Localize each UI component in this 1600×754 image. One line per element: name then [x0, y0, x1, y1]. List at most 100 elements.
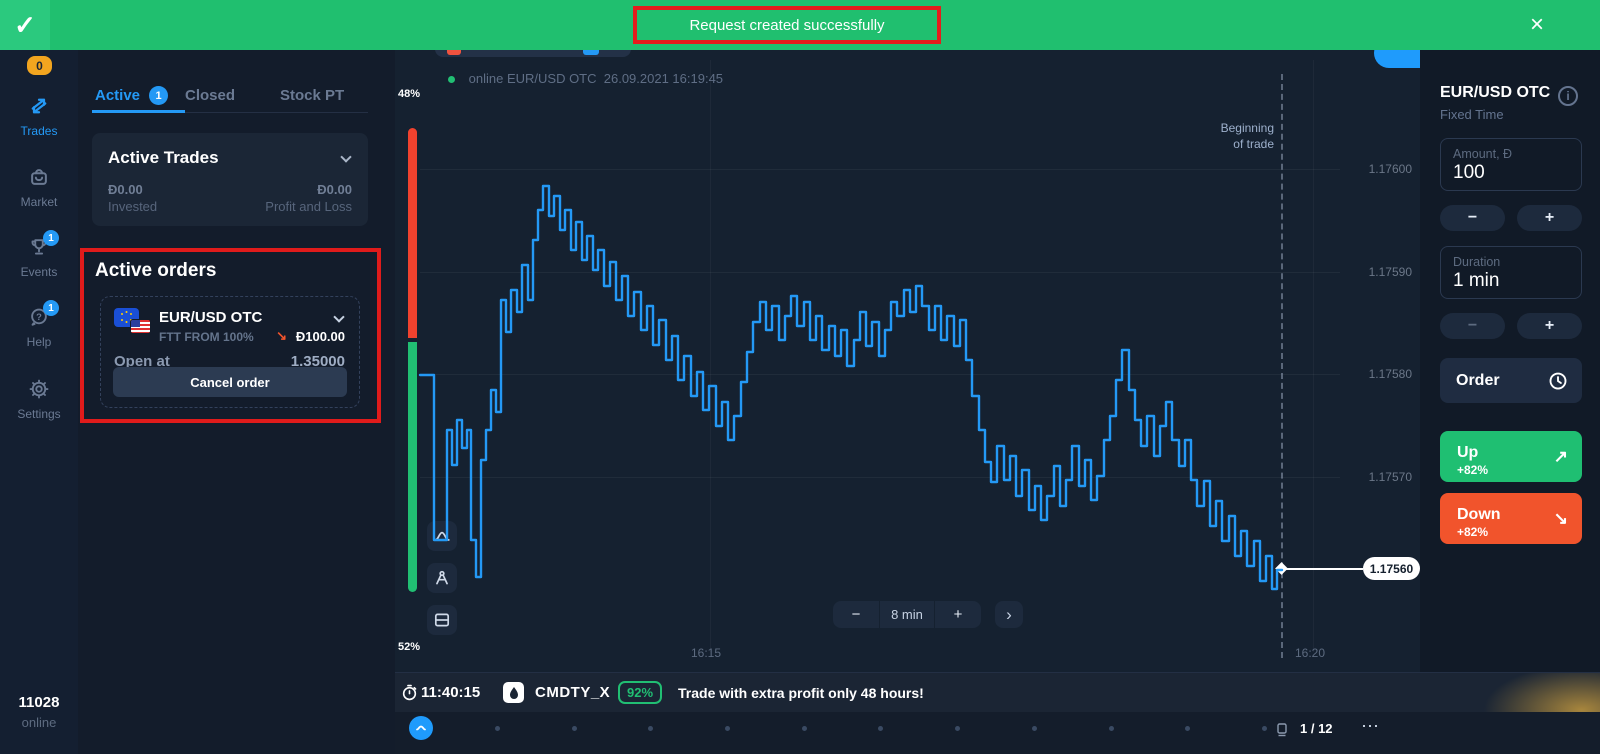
close-icon[interactable]: × [1524, 12, 1550, 38]
pager-dot[interactable] [1262, 726, 1267, 731]
down-percent: +82% [1457, 525, 1568, 539]
arrow-down-right-icon: ↘ [1554, 509, 1568, 529]
gridline [420, 477, 1340, 478]
layout-button[interactable] [427, 605, 457, 635]
gridline [1313, 60, 1314, 652]
amount-field[interactable]: Amount, Đ 100 [1440, 138, 1582, 191]
clock-icon [1548, 371, 1568, 391]
sidebar-item-help[interactable]: ? 1 Help [0, 307, 78, 349]
current-price-line [1282, 568, 1363, 570]
duration-label: Duration [1453, 255, 1569, 269]
pager-dot[interactable] [725, 726, 730, 731]
notification-badge[interactable]: 0 [27, 56, 52, 75]
sentiment-up-percent: 48% [398, 88, 420, 100]
pager-dots [495, 726, 1267, 731]
pager-dot[interactable] [572, 726, 577, 731]
pager-dot[interactable] [802, 726, 807, 731]
tab-active-badge: 1 [149, 86, 168, 105]
time-axis-label: 16:20 [1295, 646, 1325, 660]
sentiment-down-percent: 52% [398, 641, 420, 653]
panel-pair: EUR/USD OTC [1440, 84, 1550, 102]
status-pair: EUR/USD OTC [507, 71, 597, 86]
sentiment-bar-sell [408, 128, 417, 338]
events-trophy-icon: 1 [29, 237, 49, 262]
gridline [420, 272, 1340, 273]
pager-dot[interactable] [648, 726, 653, 731]
amount-label: Amount, Đ [1453, 147, 1569, 161]
tab-stock-pt[interactable]: Stock PT [280, 87, 344, 104]
pager-dot[interactable] [878, 726, 883, 731]
order-pair: EUR/USD OTC [159, 309, 262, 326]
up-button[interactable]: Up +82% ↗ [1440, 431, 1582, 482]
gridline [710, 60, 711, 652]
pager-current-page[interactable] [409, 716, 433, 740]
drawing-tools-button[interactable] [427, 563, 457, 593]
help-badge: 1 [43, 300, 59, 316]
online-counter: 11028 online [0, 694, 78, 730]
sidebar-item-settings[interactable]: Settings [0, 379, 78, 421]
chevron-down-icon[interactable] [340, 151, 351, 162]
wave-icon [415, 722, 427, 734]
cancel-order-button[interactable]: Cancel order [113, 367, 347, 397]
chart-area[interactable]: online EUR/USD OTC 26.09.2021 16:19:45 4… [395, 0, 1420, 672]
online-label: online [0, 715, 78, 730]
active-trades-summary: Đ0.00 Invested Đ0.00 Profit and Loss [108, 182, 352, 214]
promo-bar[interactable]: 11:40:15 CMDTY_X 92% Trade with extra pr… [395, 672, 1600, 712]
check-icon: ✓ [0, 0, 50, 50]
duration-value: 1 min [1453, 270, 1569, 292]
pager-dot[interactable] [1109, 726, 1114, 731]
tab-closed[interactable]: Closed [185, 87, 235, 104]
promo-asset: CMDTY_X [535, 684, 610, 701]
duration-minus-button[interactable]: − [1440, 313, 1505, 339]
scroll-forward-button[interactable]: › [995, 601, 1023, 628]
info-icon[interactable]: i [1558, 86, 1578, 106]
status-datetime: 26.09.2021 16:19:45 [604, 71, 723, 86]
sidebar-item-market[interactable]: Market [0, 167, 78, 209]
pnl-value: Đ0.00 [265, 182, 352, 197]
more-menu[interactable]: ⋯ [1361, 716, 1380, 737]
duration-plus-button[interactable]: + [1517, 313, 1582, 339]
split-view-icon [433, 611, 451, 629]
sentiment-bar-buy [408, 342, 417, 592]
page-indicator: 1 / 12 [1300, 721, 1333, 736]
pager-dot[interactable] [1032, 726, 1037, 731]
sidebar-item-label: Trades [0, 124, 78, 138]
tab-active[interactable]: Active [95, 87, 140, 104]
sidebar-item-label: Help [0, 335, 78, 349]
amount-value: 100 [1453, 162, 1569, 184]
trades-icon [29, 96, 49, 121]
promo-countdown: 11:40:15 [421, 684, 480, 701]
chevron-down-icon[interactable] [333, 311, 344, 322]
pager-dot[interactable] [955, 726, 960, 731]
zoom-out-button[interactable]: − [833, 601, 880, 628]
sidebar-item-label: Settings [0, 407, 78, 421]
online-count: 11028 [0, 694, 78, 711]
time-axis-label: 16:15 [691, 646, 721, 660]
duration-field[interactable]: Duration 1 min [1440, 246, 1582, 299]
sidebar-item-events[interactable]: 1 Events [0, 237, 78, 279]
order-button[interactable]: Order [1440, 358, 1582, 403]
indicators-button[interactable] [427, 521, 457, 551]
banner-message: Request created successfully [689, 17, 884, 34]
promo-percent-badge: 92% [618, 681, 662, 704]
pager-bar: 1 / 12 ⋯ [395, 712, 1600, 754]
compass-icon [433, 569, 451, 587]
trading-app: Đ9,704.00 0 Trades Market [0, 0, 1600, 754]
gridline [420, 169, 1340, 170]
amount-plus-button[interactable]: + [1517, 205, 1582, 231]
order-card: EUR/USD OTC FTT FROM 100% ↘ Đ100.00 Open… [100, 296, 360, 408]
price-axis-label: 1.17600 [1352, 162, 1412, 176]
current-price-tag: 1.17560 [1363, 557, 1420, 580]
down-button[interactable]: Down +82% ↘ [1440, 493, 1582, 544]
sidebar-item-trades[interactable]: Trades [0, 96, 78, 138]
amount-minus-button[interactable]: − [1440, 205, 1505, 231]
market-bag-icon [29, 167, 49, 192]
timeframe-value[interactable]: 8 min [880, 601, 934, 628]
order-amount: Đ100.00 [296, 329, 345, 344]
price-axis-label: 1.17590 [1352, 265, 1412, 279]
pages-stack-icon[interactable] [1275, 722, 1289, 743]
sidebar-item-label: Events [0, 265, 78, 279]
pager-dot[interactable] [495, 726, 500, 731]
zoom-in-button[interactable]: + [934, 601, 981, 628]
pager-dot[interactable] [1185, 726, 1190, 731]
